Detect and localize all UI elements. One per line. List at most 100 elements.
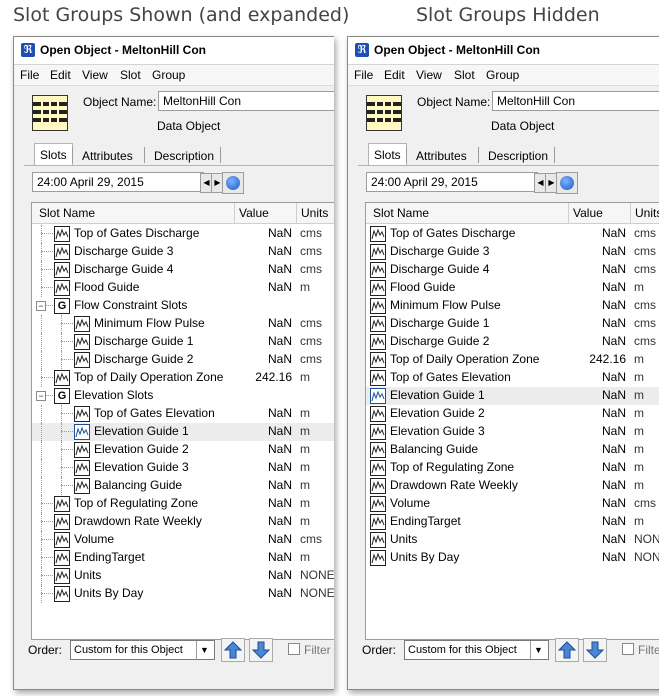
menu-file[interactable]: File	[354, 68, 373, 82]
slot-row[interactable]: Top of Daily Operation Zone 242.16 m	[366, 351, 659, 369]
slot-row[interactable]: Discharge Guide 4 NaN cms	[366, 261, 659, 279]
slot-row[interactable]: Top of Daily Operation Zone 242.16 m	[32, 369, 334, 387]
slot-row[interactable]: Top of Gates Discharge NaN cms	[366, 225, 659, 243]
slot-row[interactable]: Units By Day NaN NONE	[366, 549, 659, 567]
globe-icon[interactable]	[222, 172, 244, 194]
slot-row[interactable]: Elevation Guide 2 NaN m	[366, 405, 659, 423]
slot-name: EndingTarget	[390, 514, 461, 528]
move-up-arrow-icon[interactable]	[555, 638, 579, 662]
slot-row[interactable]: Units NaN NONE	[32, 567, 334, 585]
slot-row[interactable]: Units NaN NONE	[366, 531, 659, 549]
slot-row[interactable]: Units By Day NaN NONE	[32, 585, 334, 603]
filter-checkbox[interactable]	[622, 643, 634, 655]
order-select[interactable]: Custom for this Object	[404, 640, 549, 660]
move-down-arrow-icon[interactable]	[249, 638, 273, 662]
menu-bar: File Edit View Slot Group	[14, 65, 334, 86]
tab-attributes[interactable]: Attributes	[416, 147, 467, 165]
menu-view[interactable]: View	[82, 68, 108, 82]
slot-row[interactable]: Elevation Guide 3 NaN m	[366, 423, 659, 441]
chevron-down-icon[interactable]: ▼	[530, 641, 546, 659]
column-header-units[interactable]: Units	[297, 203, 328, 223]
slot-row[interactable]: Top of Regulating Zone NaN m	[32, 495, 334, 513]
menu-slot[interactable]: Slot	[454, 68, 475, 82]
expand-collapse-toggle[interactable]: −	[36, 301, 46, 311]
timeseries-slot-icon	[74, 424, 90, 440]
column-header-value[interactable]: Value	[569, 203, 603, 223]
slot-units: cms	[634, 298, 656, 312]
slot-row[interactable]: EndingTarget NaN m	[366, 513, 659, 531]
slot-value: NaN	[267, 442, 292, 456]
column-header-value[interactable]: Value	[235, 203, 269, 223]
slot-row[interactable]: Top of Gates Elevation NaN m	[32, 405, 334, 423]
timeseries-slot-icon	[54, 532, 70, 548]
slot-units: cms	[300, 316, 322, 330]
slot-list[interactable]: Slot Name Value Units Top of Gates Discharg…	[31, 202, 334, 640]
slot-group-row[interactable]: − G Elevation Slots	[32, 387, 334, 405]
move-down-arrow-icon[interactable]	[583, 638, 607, 662]
slot-row[interactable]: Balancing Guide NaN m	[32, 477, 334, 495]
slot-row[interactable]: Elevation Guide 1 NaN m	[366, 387, 659, 405]
tab-slots[interactable]: Slots	[34, 143, 73, 166]
move-up-arrow-icon[interactable]	[221, 638, 245, 662]
menu-group[interactable]: Group	[486, 68, 519, 82]
slot-row[interactable]: Flood Guide NaN m	[366, 279, 659, 297]
slot-row[interactable]: Discharge Guide 2 NaN cms	[32, 351, 334, 369]
object-name-field[interactable]: MeltonHill Con	[492, 91, 659, 111]
menu-edit[interactable]: Edit	[50, 68, 71, 82]
slot-row[interactable]: Top of Gates Elevation NaN m	[366, 369, 659, 387]
date-time-field[interactable]: 24:00 April 29, 2015	[32, 172, 204, 192]
column-header-units[interactable]: Units	[631, 203, 659, 223]
slot-value: NaN	[267, 244, 292, 258]
slot-row[interactable]: Discharge Guide 4 NaN cms	[32, 261, 334, 279]
date-time-field[interactable]: 24:00 April 29, 2015	[366, 172, 538, 192]
order-select[interactable]: Custom for this Object	[70, 640, 215, 660]
slot-name: Discharge Guide 1	[94, 334, 194, 348]
slot-row[interactable]: Balancing Guide NaN m	[366, 441, 659, 459]
menu-group[interactable]: Group	[152, 68, 185, 82]
slot-row[interactable]: EndingTarget NaN m	[32, 549, 334, 567]
column-header-slot-name[interactable]: Slot Name	[35, 203, 95, 223]
slot-row[interactable]: Drawdown Rate Weekly NaN m	[32, 513, 334, 531]
slot-row[interactable]: Discharge Guide 3 NaN cms	[366, 243, 659, 261]
menu-slot[interactable]: Slot	[120, 68, 141, 82]
globe-icon[interactable]	[556, 172, 578, 194]
column-header-slot-name[interactable]: Slot Name	[369, 203, 429, 223]
slot-row[interactable]: Drawdown Rate Weekly NaN m	[366, 477, 659, 495]
slot-row[interactable]: Top of Regulating Zone NaN m	[366, 459, 659, 477]
slot-value: NaN	[601, 406, 626, 420]
menu-file[interactable]: File	[20, 68, 39, 82]
slot-row[interactable]: Discharge Guide 2 NaN cms	[366, 333, 659, 351]
tree-connector	[41, 477, 42, 495]
window-title: Open Object - MeltonHill Con	[374, 43, 540, 57]
slot-row[interactable]: Minimum Flow Pulse NaN cms	[32, 315, 334, 333]
expand-collapse-toggle[interactable]: −	[36, 391, 46, 401]
timeseries-slot-icon	[54, 262, 70, 278]
slot-row[interactable]: Discharge Guide 3 NaN cms	[32, 243, 334, 261]
slot-row[interactable]: Elevation Guide 3 NaN m	[32, 459, 334, 477]
slot-row[interactable]: Flood Guide NaN m	[32, 279, 334, 297]
tab-description[interactable]: Description	[488, 147, 548, 165]
tab-description[interactable]: Description	[154, 147, 214, 165]
slot-value: NaN	[601, 532, 626, 546]
slot-row[interactable]: Discharge Guide 1 NaN cms	[32, 333, 334, 351]
tab-attributes[interactable]: Attributes	[82, 147, 133, 165]
chevron-down-icon[interactable]: ▼	[196, 641, 212, 659]
slot-row[interactable]: Top of Gates Discharge NaN cms	[32, 225, 334, 243]
slot-group-row[interactable]: − G Flow Constraint Slots	[32, 297, 334, 315]
caption-right: Slot Groups Hidden	[416, 4, 600, 26]
slot-row[interactable]: Elevation Guide 2 NaN m	[32, 441, 334, 459]
tab-slots[interactable]: Slots	[368, 143, 407, 166]
menu-view[interactable]: View	[416, 68, 442, 82]
tree-connector	[41, 503, 53, 504]
slot-row[interactable]: Discharge Guide 1 NaN cms	[366, 315, 659, 333]
slot-row[interactable]: Elevation Guide 1 NaN m	[32, 423, 334, 441]
filter-checkbox[interactable]	[288, 643, 300, 655]
slot-row[interactable]: Volume NaN cms	[366, 495, 659, 513]
slot-list[interactable]: Slot Name Value Units Top of Gates Discharg…	[365, 202, 659, 640]
slot-row[interactable]: Volume NaN cms	[32, 531, 334, 549]
open-object-window-groups-shown: ℜ Open Object - MeltonHill Con File Edit Vie…	[13, 36, 334, 690]
object-name-field[interactable]: MeltonHill Con	[158, 91, 334, 111]
menu-edit[interactable]: Edit	[384, 68, 405, 82]
slot-row[interactable]: Minimum Flow Pulse NaN cms	[366, 297, 659, 315]
slot-units: NONE	[634, 532, 659, 546]
